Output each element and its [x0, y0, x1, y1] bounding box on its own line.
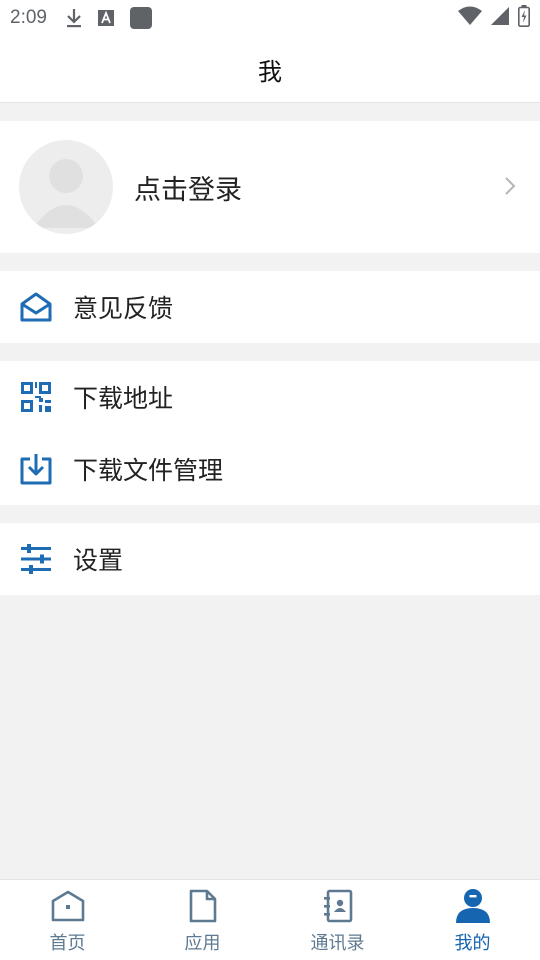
tab-me[interactable]: 我的 [405, 880, 540, 960]
envelope-open-icon [20, 291, 52, 323]
download-group: 下载地址 下载文件管理 [0, 361, 540, 505]
signal-icon [490, 6, 510, 31]
menu-label-settings: 设置 [73, 546, 124, 575]
menu-item-feedback[interactable]: 意见反馈 [0, 271, 540, 343]
download-icon [65, 8, 83, 28]
tab-label-apps: 应用 [184, 933, 221, 954]
tab-label-home: 首页 [49, 933, 86, 954]
page-title: 我 [258, 57, 282, 86]
feedback-group: 意见反馈 [0, 271, 540, 343]
page-header: 我 [0, 36, 540, 103]
person-icon [455, 887, 491, 925]
wifi-icon [458, 6, 482, 31]
battery-charging-icon [518, 4, 530, 32]
tab-label-me: 我的 [454, 933, 491, 954]
menu-item-download-address[interactable]: 下载地址 [0, 361, 540, 433]
download-tray-icon [20, 453, 52, 485]
menu-label-feedback: 意见反馈 [73, 294, 174, 323]
tab-apps[interactable]: 应用 [135, 880, 270, 960]
a-notification-icon [97, 9, 115, 27]
menu-label-download-manager: 下载文件管理 [73, 456, 224, 485]
default-avatar-icon [19, 140, 113, 234]
tab-contacts[interactable]: 通讯录 [270, 880, 405, 960]
tab-label-contacts: 通讯录 [310, 933, 365, 954]
bottom-tab-bar: 首页 应用 通讯录 我的 [0, 879, 540, 960]
menu-label-download-address: 下载地址 [73, 384, 174, 413]
status-bar: 2:09 [0, 0, 540, 36]
chevron-right-icon [504, 176, 516, 200]
app-square-icon [129, 6, 153, 30]
settings-group: 设置 [0, 523, 540, 595]
login-profile-row[interactable]: 点击登录 [0, 121, 540, 253]
sliders-icon [20, 543, 52, 575]
tab-home[interactable]: 首页 [0, 880, 135, 960]
contacts-book-icon [323, 887, 353, 925]
qr-code-icon [20, 381, 52, 413]
login-label: 点击登录 [134, 174, 242, 206]
document-icon [189, 887, 217, 925]
status-time: 2:09 [10, 7, 47, 28]
menu-item-settings[interactable]: 设置 [0, 523, 540, 595]
home-icon [51, 887, 85, 925]
menu-item-download-manager[interactable]: 下载文件管理 [0, 433, 540, 505]
